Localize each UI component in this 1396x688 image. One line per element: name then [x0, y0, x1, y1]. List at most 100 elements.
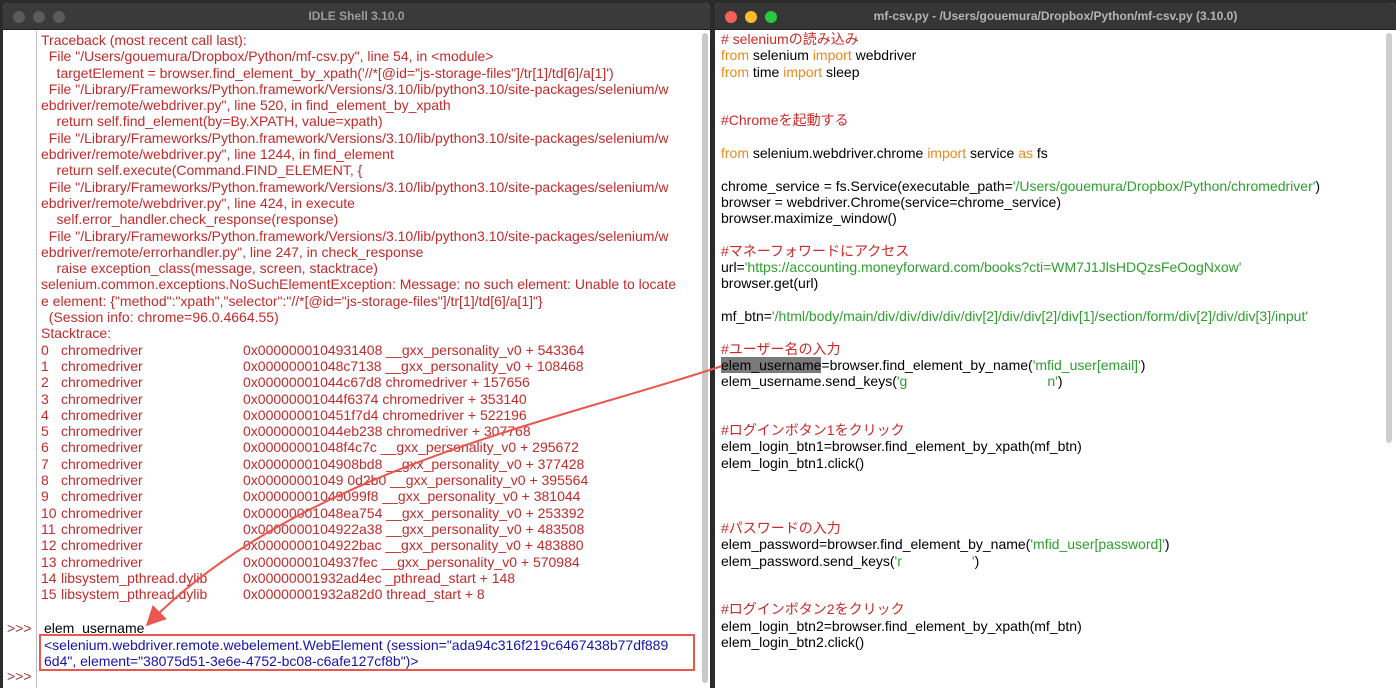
- prompt-gutter: >>> >>>: [3, 31, 37, 688]
- code-editor[interactable]: # seleniumの読み込み from selenium import webd…: [721, 31, 1381, 650]
- stacktrace-name: chromedriver: [61, 374, 143, 391]
- code-line[interactable]: #マネーフォワードにアクセス: [721, 243, 1381, 259]
- traceback-line: ebdriver/remote/errorhandler.py", line 2…: [41, 243, 424, 260]
- code-line[interactable]: elem_username.send_keys('g n'): [721, 373, 1381, 389]
- window-controls[interactable]: [13, 11, 65, 23]
- code-line[interactable]: [721, 161, 1381, 177]
- stacktrace-row: 12 chromedriver 0x0000000104922bac __gxx_p…: [41, 537, 701, 553]
- code-line[interactable]: elem_username=browser.find_element_by_na…: [721, 356, 1381, 373]
- code-line[interactable]: browser = webdriver.Chrome(service=chrom…: [721, 194, 1381, 210]
- stacktrace-name: chromedriver: [61, 537, 143, 554]
- stacktrace-num: 14: [41, 569, 57, 586]
- code-token: ): [1315, 177, 1321, 194]
- code-line[interactable]: elem_login_btn2.click(): [721, 634, 1381, 650]
- code-line[interactable]: [721, 487, 1381, 503]
- code-line[interactable]: [721, 292, 1381, 308]
- stacktrace-addr: 0x0000000104922a38 __gxx_personality_v0 …: [243, 520, 585, 537]
- code-line[interactable]: from selenium.webdriver.chrome import se…: [721, 145, 1381, 161]
- code-line[interactable]: #パスワードの入力: [721, 520, 1381, 536]
- stacktrace-addr: 0x00000001932ad4ec _pthread_start + 148: [243, 569, 516, 586]
- stacktrace-name: chromedriver: [61, 472, 143, 489]
- code-token: ): [1164, 536, 1170, 553]
- stacktrace-addr: 0x00000001048c7138 __gxx_personality_v0 …: [243, 357, 584, 374]
- code-line[interactable]: browser.get(url): [721, 275, 1381, 291]
- code-line[interactable]: [721, 504, 1381, 520]
- code-token: browser.maximize_window(): [721, 210, 897, 227]
- code-token: 'mfid_user[email]': [1032, 356, 1141, 373]
- code-line[interactable]: [721, 585, 1381, 601]
- code-token: elem_login_btn1.click(): [721, 454, 865, 471]
- stacktrace-num: 4: [41, 406, 49, 423]
- stacktrace-name: chromedriver: [61, 390, 143, 407]
- editor-scrollbar[interactable]: [1386, 33, 1392, 443]
- code-line[interactable]: [721, 406, 1381, 422]
- code-line[interactable]: [721, 390, 1381, 406]
- code-token: service: [966, 145, 1019, 162]
- stacktrace-num: 2: [41, 374, 49, 391]
- code-line[interactable]: [721, 80, 1381, 96]
- stacktrace-name: chromedriver: [61, 406, 143, 423]
- code-line[interactable]: from selenium import webdriver: [721, 47, 1381, 63]
- code-token: time: [749, 63, 784, 80]
- code-token: 'mfid_user[password]': [1030, 536, 1165, 553]
- code-line[interactable]: mf_btn='/html/body/main/div/div/div/div/…: [721, 308, 1381, 324]
- stacktrace-row: 5 chromedriver 0x00000001044eb238 chromedr…: [41, 423, 701, 439]
- code-line[interactable]: url='https://accounting.moneyforward.com…: [721, 259, 1381, 275]
- code-line[interactable]: browser.maximize_window(): [721, 210, 1381, 226]
- traceback-line: ebdriver/remote/webdriver.py", line 424,…: [41, 194, 355, 211]
- traceback-line: Stacktrace:: [41, 325, 112, 342]
- code-token: elem_password=browser.find_element_by_na…: [721, 536, 1031, 553]
- stacktrace-row: 7 chromedriver 0x0000000104908bd8 __gxx_pe…: [41, 456, 701, 472]
- stacktrace-num: 12: [41, 537, 57, 554]
- code-line[interactable]: chrome_service = fs.Service(executable_p…: [721, 178, 1381, 194]
- stacktrace-num: 5: [41, 423, 49, 440]
- shell-prompt: >>>: [7, 668, 32, 684]
- code-line[interactable]: #ログインボタン2をクリック: [721, 601, 1381, 617]
- idle-shell-window[interactable]: IDLE Shell 3.10.0 >>> >>> Traceback (mos…: [3, 3, 710, 688]
- editor-titlebar[interactable]: mf-csv.py - /Users/gouemura/Dropbox/Pyth…: [715, 3, 1396, 30]
- close-button[interactable]: [13, 11, 25, 23]
- idle-titlebar[interactable]: IDLE Shell 3.10.0: [3, 3, 710, 30]
- code-token: #ユーザー名の入力: [721, 340, 841, 357]
- code-line[interactable]: elem_login_btn1=browser.find_element_by_…: [721, 438, 1381, 454]
- code-token: #パスワードの入力: [721, 519, 841, 536]
- code-token: elem_login_btn2=browser.find_element_by_…: [721, 617, 1082, 634]
- code-token: as: [1018, 145, 1034, 162]
- code-line[interactable]: [721, 227, 1381, 243]
- traceback-line: e element: {"method":"xpath","selector":…: [41, 292, 543, 309]
- code-line[interactable]: [721, 569, 1381, 585]
- shell-scrollbar[interactable]: [702, 33, 708, 683]
- code-line[interactable]: # seleniumの読み込み: [721, 31, 1381, 47]
- minimize-button[interactable]: [33, 11, 45, 23]
- traceback-line: return self.find_element(by=By.XPATH, va…: [41, 113, 383, 130]
- code-line[interactable]: elem_password=browser.find_element_by_na…: [721, 536, 1381, 552]
- code-line[interactable]: #ログインボタン1をクリック: [721, 422, 1381, 438]
- code-line[interactable]: [721, 129, 1381, 145]
- stacktrace-addr: 0x00000001044f6374 chromedriver + 353140: [243, 390, 527, 407]
- zoom-button[interactable]: [53, 11, 65, 23]
- minimize-button[interactable]: [745, 11, 757, 23]
- code-line[interactable]: elem_login_btn1.click(): [721, 455, 1381, 471]
- code-token: import: [927, 145, 967, 162]
- code-token: elem_username.send_keys(: [721, 373, 897, 390]
- close-button[interactable]: [725, 11, 737, 23]
- stacktrace-name: libsystem_pthread.dylib: [61, 586, 208, 603]
- stacktrace-row: 3 chromedriver 0x00000001044f6374 chromedr…: [41, 391, 701, 407]
- stacktrace-addr: 0x0000000104931408 __gxx_personality_v0 …: [243, 341, 585, 358]
- code-line[interactable]: [721, 324, 1381, 340]
- traceback-line: (Session info: chrome=96.0.4664.55): [41, 309, 279, 326]
- window-controls[interactable]: [725, 11, 777, 23]
- code-line[interactable]: [721, 96, 1381, 112]
- code-line[interactable]: #Chromeを起動する: [721, 112, 1381, 128]
- traceback-line: File "/Users/gouemura/Dropbox/Python/mf-…: [41, 48, 494, 65]
- code-token: from: [721, 145, 749, 162]
- stacktrace-addr: 0x00000001048f4c7c __gxx_personality_v0 …: [243, 439, 579, 456]
- stacktrace-row: 0 chromedriver 0x0000000104931408 __gxx_pe…: [41, 342, 701, 358]
- stacktrace-addr: 0x00000001044c67d8 chromedriver + 157656: [243, 374, 530, 391]
- code-line[interactable]: elem_login_btn2=browser.find_element_by_…: [721, 618, 1381, 634]
- zoom-button[interactable]: [765, 11, 777, 23]
- code-line[interactable]: from time import sleep: [721, 64, 1381, 80]
- code-line[interactable]: #ユーザー名の入力: [721, 341, 1381, 357]
- code-line[interactable]: [721, 471, 1381, 487]
- code-line[interactable]: elem_password.send_keys('r '): [721, 553, 1381, 569]
